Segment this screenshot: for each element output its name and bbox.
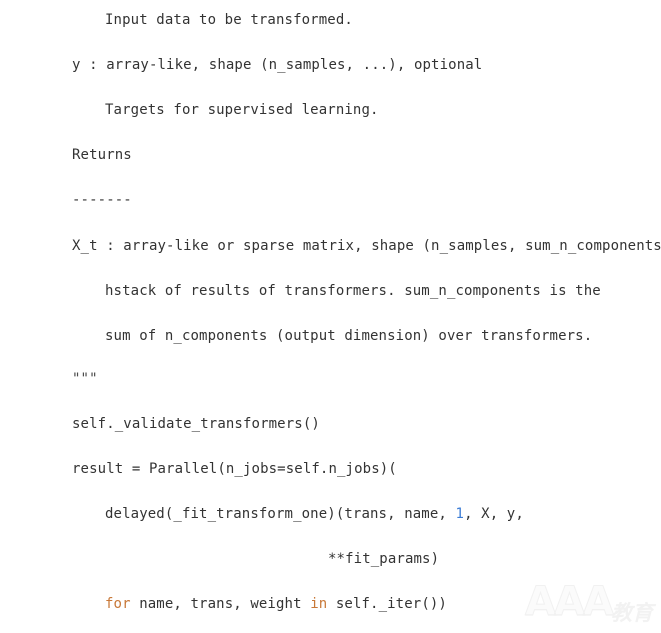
code-token-plain: y : array-like, shape (n_samples, ...), … [72,57,483,73]
code-token-plain: sum of n_components (output dimension) o… [105,328,593,344]
code-line: result = Parallel(n_jobs=self.n_jobs)( [72,459,397,479]
code-token-plain: name, trans, weight [130,596,311,612]
code-token-plain: Input data to be transformed. [105,12,353,28]
code-token-plain: delayed(_fit_transform_one)(trans, name, [105,506,456,522]
code-token-plain: X_t : array-like or sparse matrix, shape… [72,238,661,254]
code-token-number: 1 [455,506,465,522]
code-token-plain: Targets for supervised learning. [105,102,379,118]
code-line: for name, trans, weight in self._iter()) [105,594,447,614]
code-token-plain: result = Parallel(n_jobs=self.n_jobs)( [72,461,397,477]
code-token-plain: self._iter()) [327,596,447,612]
code-token-plain: self._validate_transformers() [72,416,320,432]
code-token-string: """ [72,371,98,387]
code-token-plain: hstack of results of transformers. sum_n… [105,283,601,299]
code-line: self._validate_transformers() [72,414,320,434]
code-line: """ [72,369,98,389]
code-line: sum of n_components (output dimension) o… [105,326,592,346]
code-line: delayed(_fit_transform_one)(trans, name,… [105,504,524,524]
code-line: X_t : array-like or sparse matrix, shape… [72,236,661,256]
code-line: Targets for supervised learning. [105,100,379,120]
code-line: y : array-like, shape (n_samples, ...), … [72,55,482,75]
code-token-plain: , X, y, [464,506,524,522]
code-line: hstack of results of transformers. sum_n… [105,281,601,301]
code-token-keyword: in [310,596,328,612]
code-token-plain: ------- [72,192,132,208]
code-token-plain: **fit_params) [328,551,440,567]
code-token-plain: Returns [72,147,132,163]
code-line: **fit_params) [328,549,439,569]
code-viewer[interactable]: Input data to be transformed. y : array-l… [0,0,661,633]
code-token-keyword: for [105,596,131,612]
code-line: Returns [72,145,132,165]
code-line: ------- [72,190,132,210]
code-line: Input data to be transformed. [105,10,353,30]
